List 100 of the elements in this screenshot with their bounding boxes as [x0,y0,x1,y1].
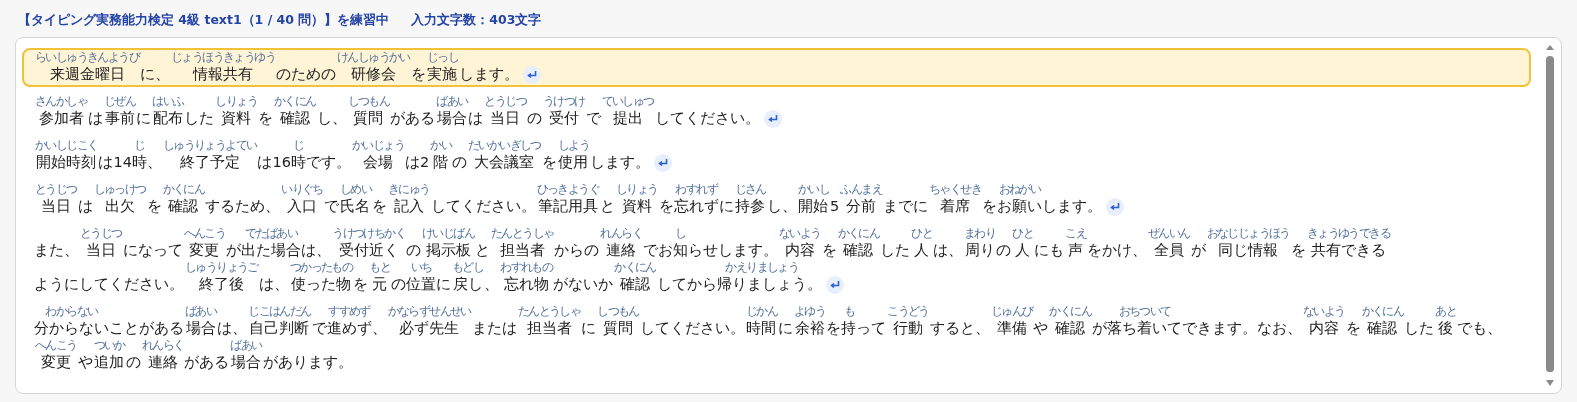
text-run: を [258,110,274,126]
furigana: かくにん [273,95,317,108]
furigana: しりょう [615,183,659,196]
furigana: いち [409,261,433,274]
furigana: ていしゅつ [600,95,655,108]
text-run: に、 [140,66,170,82]
text-run: してから [656,276,717,292]
word: 忘れず [673,197,719,216]
word: 受付 [547,109,580,128]
text-run: した [1404,320,1435,336]
word: 持参 [734,197,767,216]
text-run: は [88,110,103,126]
furigana: かいし [796,183,831,196]
word: 終了後 [197,275,245,294]
word: 出た場合 [241,241,302,260]
word: 掲示板 [424,241,472,260]
furigana: でたばあい [244,227,299,240]
text-run: の [996,242,1012,258]
text-run: または [471,320,517,336]
text-run: や [1033,320,1049,336]
furigana: ないよう [1302,305,1346,318]
word: 受付近く [337,241,400,260]
furigana: もどし [451,261,485,274]
furigana: じぜん [103,95,137,108]
text-run: で [311,320,327,336]
word: お願い [996,197,1042,216]
text-run: 、 [146,154,162,170]
text-run: は14 [98,154,132,170]
word: 確認 [1054,319,1087,338]
furigana: かいじょう [350,139,405,152]
word: 共有できる [1309,241,1387,260]
text-run: を [410,66,426,82]
furigana: しりょう [214,95,259,108]
word: 全員 [1152,241,1185,260]
practice-title: 【タイピング実務能力検定 4級 text1（1 / 40 問）】を練習中 [18,11,390,29]
furigana: ばあい [435,95,469,108]
furigana: つかったもの [288,261,354,274]
word: 当日 [489,109,522,128]
word: 終了予定 [178,153,241,172]
furigana: うけつけちかく [331,227,407,240]
furigana: かえりましょう [724,261,800,274]
word: 位置 [406,275,437,294]
word: 担当者 [498,241,546,260]
text-run: のための [276,66,337,82]
text-run: は16 [257,154,291,170]
furigana: けんしゅうかい [336,51,411,64]
text-run: が [1092,320,1108,336]
text-run: は、 [301,242,332,258]
text-run: を [826,320,842,336]
word: 人 [913,241,931,260]
word: 出欠 [103,197,136,216]
furigana: あと [1434,305,1458,318]
furigana: まわり [963,227,997,240]
text-run: って [856,320,887,336]
word: 場合 [230,353,262,372]
word: 来週金曜日 [48,65,126,84]
text-run: します。 [590,154,650,170]
word: 必ず先生 [398,319,461,338]
word: 自己判断 [248,319,311,338]
word: 時 [290,153,306,172]
furigana: おねがい [997,183,1042,196]
text-run: からの [554,242,600,258]
word: 声 [1067,241,1084,260]
word: 余裕 [793,319,826,338]
furigana: とうじつ [79,227,123,240]
furigana: きにゅう [387,183,431,196]
furigana: わすれず [674,183,719,196]
word: 使用 [557,153,590,172]
text-run: した [184,110,215,126]
word: 当日 [39,197,72,216]
word: 内容 [783,241,816,260]
furigana: しゅうりょうよてい [161,139,258,152]
word: 記入 [392,197,425,216]
word: 使った物 [290,275,352,294]
furigana: れんらく [599,227,644,240]
word: 実施 [426,65,459,84]
word: 確認 [167,197,200,216]
text-run: するため、 [205,198,281,214]
word: 連絡 [605,241,638,260]
text-run: は [77,198,93,214]
furigana: けいじばん [421,227,476,240]
furigana: じゅんび [989,305,1034,318]
text-run: を [821,242,837,258]
furigana: かならずせんせい [386,305,472,318]
word: 変更 [188,241,221,260]
word: 時 [131,153,147,172]
text-run: と [475,242,491,258]
text-run: で [585,110,601,126]
word: 後 [1437,319,1455,338]
word: 落ち着いて [1107,319,1183,338]
furigana: もと [368,261,392,274]
text-run: です。 [305,154,351,170]
word: 当日 [84,241,117,260]
text-run: でお [643,242,674,258]
furigana: ばあい [229,339,263,352]
furigana: へんこう [182,227,227,240]
furigana: ひっきようぐ [535,183,601,196]
text-run: が [1190,242,1206,258]
furigana: きょうゆうできる [1305,227,1391,240]
furigana: ひと [1011,227,1035,240]
